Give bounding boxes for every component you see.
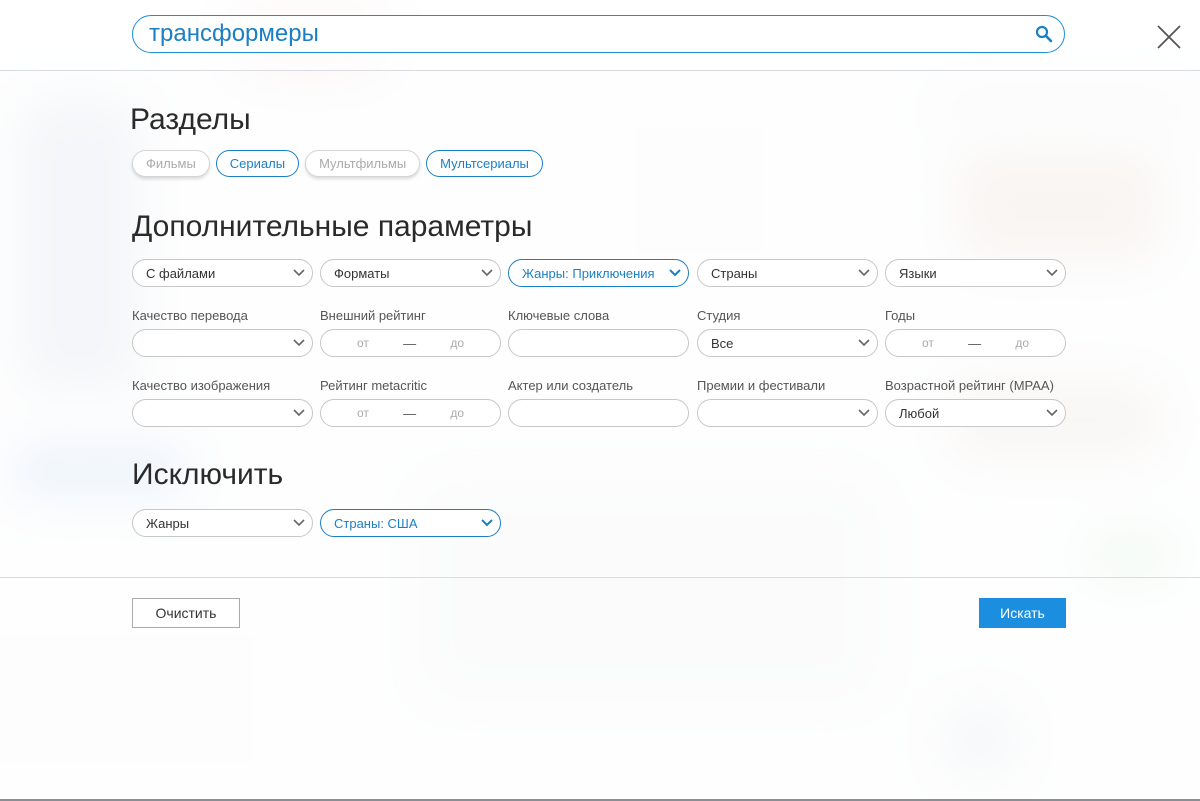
external-rating-range[interactable]: от — до — [320, 329, 501, 357]
sections-pills: Фильмы Сериалы Мультфильмы Мультсериалы — [132, 150, 543, 177]
keywords-label: Ключевые слова — [508, 308, 610, 323]
formats-dropdown-label: Форматы — [334, 265, 390, 281]
section-movies[interactable]: Фильмы — [132, 150, 210, 177]
files-dropdown[interactable]: С файлами — [132, 259, 313, 287]
clear-button[interactable]: Очистить — [132, 598, 240, 628]
mpaa-label: Возрастной рейтинг (MPAA) — [885, 378, 1054, 393]
exclude-genres-dropdown[interactable]: Жанры — [132, 509, 313, 537]
years-label: Годы — [885, 308, 916, 323]
awards-label: Премии и фестивали — [697, 378, 826, 393]
chevron-down-icon — [1039, 269, 1065, 277]
years-range[interactable]: от — до — [885, 329, 1066, 357]
chevron-down-icon — [286, 409, 312, 417]
footer-divider — [0, 577, 1200, 578]
studio-value: Все — [711, 335, 734, 351]
range-dash: — — [403, 335, 417, 351]
chevron-down-icon — [286, 519, 312, 527]
genres-dropdown-label: Жанры: Приключения — [522, 265, 655, 281]
translation-quality-dropdown[interactable] — [132, 329, 313, 357]
search-icon[interactable] — [1024, 16, 1064, 52]
metacritic-rating-label: Рейтинг metacritic — [320, 378, 427, 393]
chevron-down-icon — [1039, 409, 1065, 417]
mpaa-dropdown[interactable]: Любой — [885, 399, 1066, 427]
section-animated-series[interactable]: Мультсериалы — [426, 150, 543, 177]
range-dash: — — [403, 405, 417, 421]
mpaa-value: Любой — [899, 405, 940, 421]
section-cartoons[interactable]: Мультфильмы — [305, 150, 421, 177]
range-dash: — — [968, 335, 982, 351]
metacritic-rating-range[interactable]: от — до — [320, 399, 501, 427]
chevron-down-icon — [851, 269, 877, 277]
chevron-down-icon — [662, 269, 688, 277]
params-heading: Дополнительные параметры — [132, 210, 533, 243]
actor-label: Актер или создатель — [508, 378, 634, 393]
chevron-down-icon — [851, 339, 877, 347]
awards-dropdown[interactable] — [697, 399, 878, 427]
external-rating-label: Внешний рейтинг — [320, 308, 426, 323]
image-quality-dropdown[interactable] — [132, 399, 313, 427]
files-dropdown-label: С файлами — [146, 265, 216, 281]
keywords-input[interactable] — [508, 329, 689, 357]
close-icon[interactable] — [1152, 20, 1186, 54]
studio-label: Студия — [697, 308, 741, 323]
external-rating-to[interactable]: до — [450, 336, 464, 350]
sections-heading: Разделы — [130, 103, 251, 136]
languages-dropdown[interactable]: Языки — [885, 259, 1066, 287]
search-input[interactable] — [133, 16, 1024, 52]
search-header — [0, 0, 1200, 71]
years-to[interactable]: до — [1015, 336, 1029, 350]
genres-dropdown[interactable]: Жанры: Приключения — [508, 259, 689, 287]
exclude-genres-label: Жанры — [146, 515, 190, 531]
search-button[interactable]: Искать — [979, 598, 1066, 628]
search-field[interactable] — [132, 15, 1065, 53]
actor-input[interactable] — [508, 399, 689, 427]
metacritic-from[interactable]: от — [357, 406, 369, 420]
countries-dropdown[interactable]: Страны — [697, 259, 878, 287]
exclude-heading: Исключить — [132, 458, 284, 491]
chevron-down-icon — [286, 269, 312, 277]
external-rating-from[interactable]: от — [357, 336, 369, 350]
chevron-down-icon — [474, 519, 500, 527]
years-from[interactable]: от — [922, 336, 934, 350]
translation-quality-label: Качество перевода — [132, 308, 248, 323]
chevron-down-icon — [286, 339, 312, 347]
section-series[interactable]: Сериалы — [215, 150, 300, 177]
image-quality-label: Качество изображения — [132, 378, 271, 393]
countries-dropdown-label: Страны — [711, 265, 758, 281]
chevron-down-icon — [474, 269, 500, 277]
studio-dropdown[interactable]: Все — [697, 329, 878, 357]
exclude-countries-label: Страны: США — [334, 515, 418, 531]
languages-dropdown-label: Языки — [899, 265, 937, 281]
exclude-countries-dropdown[interactable]: Страны: США — [320, 509, 501, 537]
formats-dropdown[interactable]: Форматы — [320, 259, 501, 287]
metacritic-to[interactable]: до — [450, 406, 464, 420]
chevron-down-icon — [851, 409, 877, 417]
